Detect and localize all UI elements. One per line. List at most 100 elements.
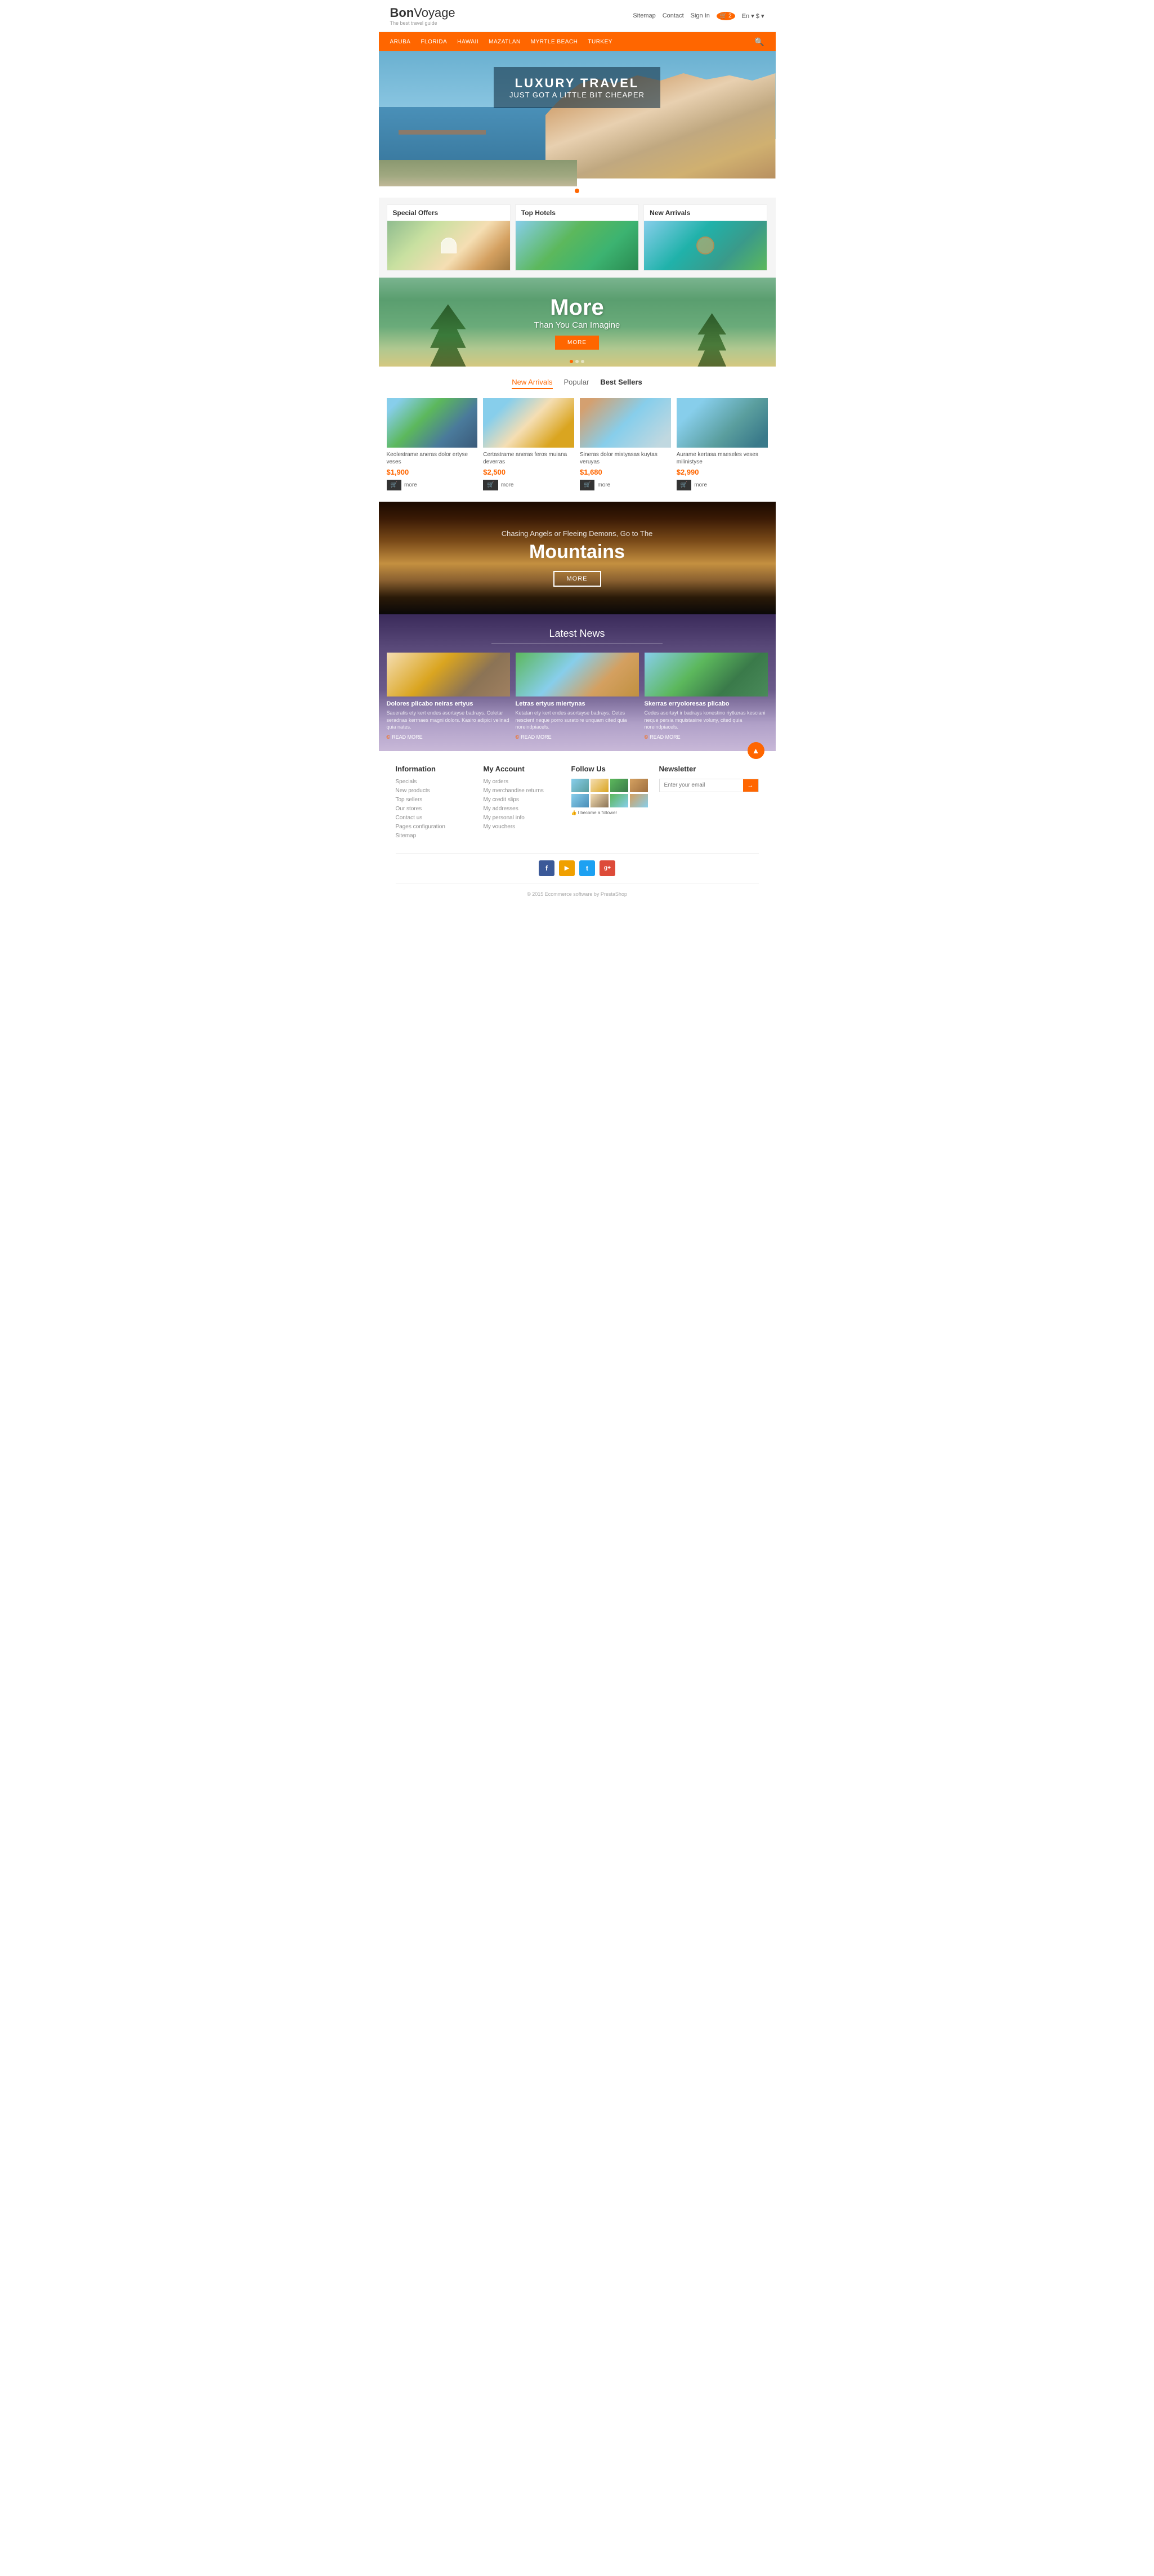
product-actions-4: 🛒 more <box>677 480 768 490</box>
news-item-body-3: Cedes asortayt ir badrays konestino riyt… <box>645 709 768 731</box>
logo-tagline: The best travel guide <box>390 20 455 26</box>
sitemap-link[interactable]: Sitemap <box>633 12 655 19</box>
news-img-3 <box>645 653 768 697</box>
nav-turkey[interactable]: TURKEY <box>588 39 612 45</box>
product-card-1: Keolestrame aneras dolor ertyse veses $1… <box>387 398 478 490</box>
more-link-4[interactable]: more <box>694 482 707 488</box>
social-facebook[interactable]: f <box>539 860 554 876</box>
news-item-title-3: Skerras erryoloresas plicabo <box>645 700 768 707</box>
footer-pages-config[interactable]: Pages configuration <box>396 824 472 830</box>
tab-popular[interactable]: Popular <box>564 378 589 389</box>
read-more-1[interactable]: © READ MORE <box>387 734 510 740</box>
product-img-4 <box>677 398 768 448</box>
more-dot-3[interactable] <box>581 360 584 363</box>
more-dot-1[interactable] <box>570 360 573 363</box>
feature-card-img-hotels <box>516 221 638 270</box>
product-actions-1: 🛒 more <box>387 480 478 490</box>
social-twitter[interactable]: t <box>579 860 595 876</box>
news-item-body-1: Saueratis ety kert endes asortayse badra… <box>387 709 510 731</box>
follow-img-8 <box>630 794 648 807</box>
scroll-top-btn[interactable]: ▲ <box>748 742 764 759</box>
newsletter-input[interactable] <box>660 779 743 791</box>
more-dot-2[interactable] <box>575 360 579 363</box>
feature-cards: Special Offers Top Hotels New Arrivals <box>379 198 776 278</box>
footer-copyright: © 2015 Ecommerce software by PrestaShop <box>396 888 759 900</box>
follow-img-6 <box>591 794 609 807</box>
products-section: New Arrivals Popular Best Sellers Keoles… <box>379 367 776 502</box>
social-googleplus[interactable]: g+ <box>600 860 615 876</box>
search-icon[interactable]: 🔍 <box>754 37 764 47</box>
footer-grid: Information Specials New products Top se… <box>396 765 759 842</box>
footer-info-title: Information <box>396 765 472 773</box>
add-cart-btn-1[interactable]: 🛒 <box>387 480 401 490</box>
product-img-2 <box>483 398 574 448</box>
footer-new-products[interactable]: New products <box>396 788 472 794</box>
footer-vouchers[interactable]: My vouchers <box>484 824 560 830</box>
nav-hawaii[interactable]: HAWAII <box>457 39 478 45</box>
follow-img-1 <box>571 779 589 792</box>
lang-currency[interactable]: En ▾ $ ▾ <box>742 12 764 20</box>
footer-sitemap[interactable]: Sitemap <box>396 833 472 839</box>
footer-merchandise-returns[interactable]: My merchandise returns <box>484 788 560 794</box>
footer-credit-slips[interactable]: My credit slips <box>484 797 560 803</box>
read-more-2[interactable]: © READ MORE <box>516 734 639 740</box>
product-name-2: Certastrame aneras feros muiana deverras <box>483 451 574 466</box>
footer-our-stores[interactable]: Our stores <box>396 806 472 812</box>
feature-card-special[interactable]: Special Offers <box>387 204 511 271</box>
tab-new-arrivals[interactable]: New Arrivals <box>512 378 552 389</box>
news-item-1: Dolores plicabo neiras ertyus Saueratis … <box>387 653 510 740</box>
feature-card-title-hotels: Top Hotels <box>516 205 638 221</box>
nav-florida[interactable]: FLORIDA <box>421 39 447 45</box>
follow-img-3 <box>610 779 628 792</box>
more-link-2[interactable]: more <box>501 482 514 488</box>
footer-top-sellers[interactable]: Top sellers <box>396 797 472 803</box>
read-more-icon-3: © <box>645 734 648 740</box>
product-card-2: Certastrame aneras feros muiana deverras… <box>483 398 574 490</box>
hero-dot-3[interactable] <box>582 189 587 193</box>
footer-newsletter-title: Newsletter <box>659 765 759 773</box>
hero-dot-1[interactable] <box>567 189 572 193</box>
footer-my-orders[interactable]: My orders <box>484 779 560 785</box>
signin-link[interactable]: Sign In <box>691 12 710 19</box>
social-youtube[interactable]: ▶ <box>559 860 575 876</box>
logo-bold: Bon <box>390 6 414 20</box>
add-cart-btn-3[interactable]: 🛒 <box>580 480 594 490</box>
nav-myrtle-beach[interactable]: MYRTLE BEACH <box>531 39 578 45</box>
more-banner: More Than You Can Imagine MORE <box>379 278 776 367</box>
mountains-more-btn[interactable]: MORE <box>553 571 601 587</box>
cart-icon[interactable]: 🛒 2 <box>717 12 735 20</box>
mountains-banner: Chasing Angels or Fleeing Demons, Go to … <box>379 502 776 614</box>
footer-account-title: My Account <box>484 765 560 773</box>
tab-best-sellers[interactable]: Best Sellers <box>600 378 642 389</box>
contact-link[interactable]: Contact <box>663 12 684 19</box>
feature-card-hotels[interactable]: Top Hotels <box>515 204 639 271</box>
read-more-3[interactable]: © READ MORE <box>645 734 768 740</box>
news-divider <box>491 643 663 644</box>
footer-my-account: My Account My orders My merchandise retu… <box>484 765 560 842</box>
feature-card-img-arrivals <box>644 221 767 270</box>
more-link-1[interactable]: more <box>404 482 417 488</box>
product-img-1 <box>387 398 478 448</box>
hero-dot-2[interactable] <box>575 189 579 193</box>
feature-card-arrivals[interactable]: New Arrivals <box>643 204 767 271</box>
footer-personal-info[interactable]: My personal info <box>484 815 560 821</box>
logo[interactable]: BonVoyage <box>390 6 455 20</box>
more-button[interactable]: MORE <box>555 336 599 350</box>
nav-aruba[interactable]: ARUBA <box>390 39 411 45</box>
footer-addresses[interactable]: My addresses <box>484 806 560 812</box>
more-link-3[interactable]: more <box>597 482 610 488</box>
nav-mazatlan[interactable]: MAZATLAN <box>489 39 521 45</box>
newsletter-subscribe-btn[interactable]: → <box>743 779 758 792</box>
mountains-tagline: Chasing Angels or Fleeing Demons, Go to … <box>502 529 653 538</box>
header: BonVoyage The best travel guide Sitemap … <box>379 0 776 32</box>
add-cart-btn-4[interactable]: 🛒 <box>677 480 691 490</box>
product-card-4: Aurame kertasa maeseles veses milinistys… <box>677 398 768 490</box>
footer-follow-title: Follow Us <box>571 765 648 773</box>
footer-contact-us[interactable]: Contact us <box>396 815 472 821</box>
footer-specials[interactable]: Specials <box>396 779 472 785</box>
news-item-title-2: Letras ertyus miertynas <box>516 700 639 707</box>
feature-card-title-special: Special Offers <box>387 205 510 221</box>
add-cart-btn-2[interactable]: 🛒 <box>483 480 498 490</box>
news-grid: Dolores plicabo neiras ertyus Saueratis … <box>387 653 768 740</box>
product-actions-2: 🛒 more <box>483 480 574 490</box>
